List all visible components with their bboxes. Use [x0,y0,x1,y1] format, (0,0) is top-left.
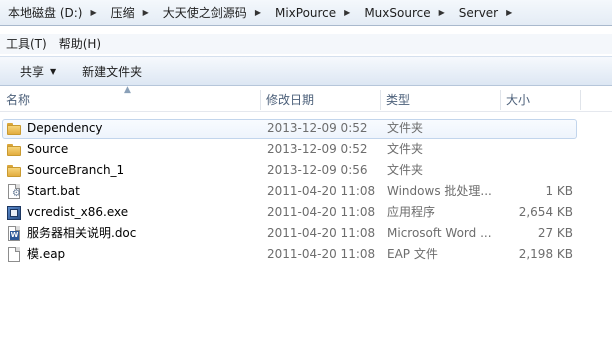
column-divider[interactable] [580,90,581,110]
generic-file-icon [6,247,22,263]
folder-icon [6,142,22,158]
chevron-right-icon[interactable]: ▶ [249,8,269,17]
file-type: EAP 文件 [387,247,438,261]
file-type: 应用程序 [387,205,436,219]
file-type: 文件夹 [387,163,424,177]
batch-file-icon: ⚙ [6,184,22,200]
file-date: 2013-12-09 0:56 [267,163,368,177]
file-name: SourceBranch_1 [27,163,125,177]
column-header-name[interactable]: 名称 [0,88,260,112]
new-folder-button-label: 新建文件夹 [82,64,143,79]
chevron-right-icon[interactable]: ▶ [500,8,520,17]
chevron-right-icon[interactable]: ▶ [433,8,453,17]
file-name: Dependency [27,121,103,135]
breadcrumb-label: 本地磁盘 (D:) [8,6,83,20]
chevron-right-icon[interactable]: ▶ [137,8,157,17]
file-type: Windows 批处理... [387,184,492,198]
breadcrumb-label: Server [458,5,499,20]
file-name: 服务器相关说明.doc [27,226,137,240]
column-header-label: 大小 [506,93,531,107]
column-header-label: 修改日期 [266,93,315,107]
breadcrumb-server[interactable]: Server ▶ [455,2,523,24]
folder-icon [6,163,22,179]
file-size: 27 KB [537,226,573,240]
column-header-type[interactable]: 类型 [380,88,500,112]
file-date: 2013-12-09 0:52 [267,142,368,156]
breadcrumb-label: MixPource [274,5,337,20]
file-name: Source [27,142,69,156]
command-bar: 共享 ▼ 新建文件夹 [0,56,612,86]
file-row[interactable]: vcredist_x86.exe 2011-04-20 11:08 应用程序 2… [0,202,612,223]
breadcrumb-source-code[interactable]: 大天使之剑源码 ▶ [159,2,271,24]
file-row[interactable]: 模.eap 2011-04-20 11:08 EAP 文件 2,198 KB [0,244,612,265]
file-row[interactable]: ⚙ Start.bat 2011-04-20 11:08 Windows 批处理… [0,181,612,202]
dropdown-arrow-icon: ▼ [50,66,57,76]
file-name: 模.eap [27,247,66,261]
address-bar[interactable]: 本地磁盘 (D:) ▶ 压缩 ▶ 大天使之剑源码 ▶ MixPource ▶ MuxSo… [0,0,612,26]
breadcrumb-mixpource[interactable]: MixPource ▶ [271,2,360,24]
file-size: 2,198 KB [518,247,573,261]
exe-file-icon [6,205,22,221]
file-size: 1 KB [545,184,573,198]
file-date: 2011-04-20 11:08 [267,226,376,240]
file-date: 2011-04-20 11:08 [267,247,376,261]
file-name: Start.bat [27,184,80,198]
breadcrumb-label: 压缩 [110,6,135,20]
file-row[interactable]: Dependency 2013-12-09 0:52 文件夹 [0,118,612,139]
folder-icon [6,121,22,137]
word-doc-icon: W [6,226,22,242]
breadcrumb-muxsource[interactable]: MuxSource ▶ [360,2,454,24]
breadcrumb-compress[interactable]: 压缩 ▶ [107,2,159,24]
new-folder-button[interactable]: 新建文件夹 [74,60,150,82]
column-header-size[interactable]: 大小 [500,88,580,112]
chevron-right-icon[interactable]: ▶ [338,8,358,17]
file-date: 2013-12-09 0:52 [267,121,368,135]
file-size: 2,654 KB [518,205,573,219]
file-row[interactable]: SourceBranch_1 2013-12-09 0:56 文件夹 [0,160,612,181]
file-list: Dependency 2013-12-09 0:52 文件夹 Source 20… [0,118,612,265]
file-type: Microsoft Word ... [387,226,492,240]
file-row[interactable]: Source 2013-12-09 0:52 文件夹 [0,139,612,160]
column-header-label: 类型 [386,93,411,107]
breadcrumb-label: 大天使之剑源码 [162,6,247,20]
menu-tools[interactable]: 工具(T) [0,34,53,54]
column-header-date[interactable]: 修改日期 [260,88,380,112]
share-button-label: 共享 [20,64,45,79]
chevron-right-icon[interactable]: ▶ [84,8,104,17]
breadcrumb-label: MuxSource [364,5,431,20]
column-header-label: 名称 [6,93,31,107]
file-date: 2011-04-20 11:08 [267,184,376,198]
menu-help[interactable]: 帮助(H) [53,34,107,54]
file-row[interactable]: W 服务器相关说明.doc 2011-04-20 11:08 Microsoft… [0,223,612,244]
share-button[interactable]: 共享 ▼ [12,60,64,82]
file-type: 文件夹 [387,121,424,135]
menu-bar: 工具(T) 帮助(H) [0,34,612,54]
file-type: 文件夹 [387,142,424,156]
file-name: vcredist_x86.exe [27,205,129,219]
breadcrumb-drive-d[interactable]: 本地磁盘 (D:) ▶ [4,2,107,24]
column-headers: ▲ 名称 修改日期 类型 大小 [0,85,612,112]
file-date: 2011-04-20 11:08 [267,205,376,219]
